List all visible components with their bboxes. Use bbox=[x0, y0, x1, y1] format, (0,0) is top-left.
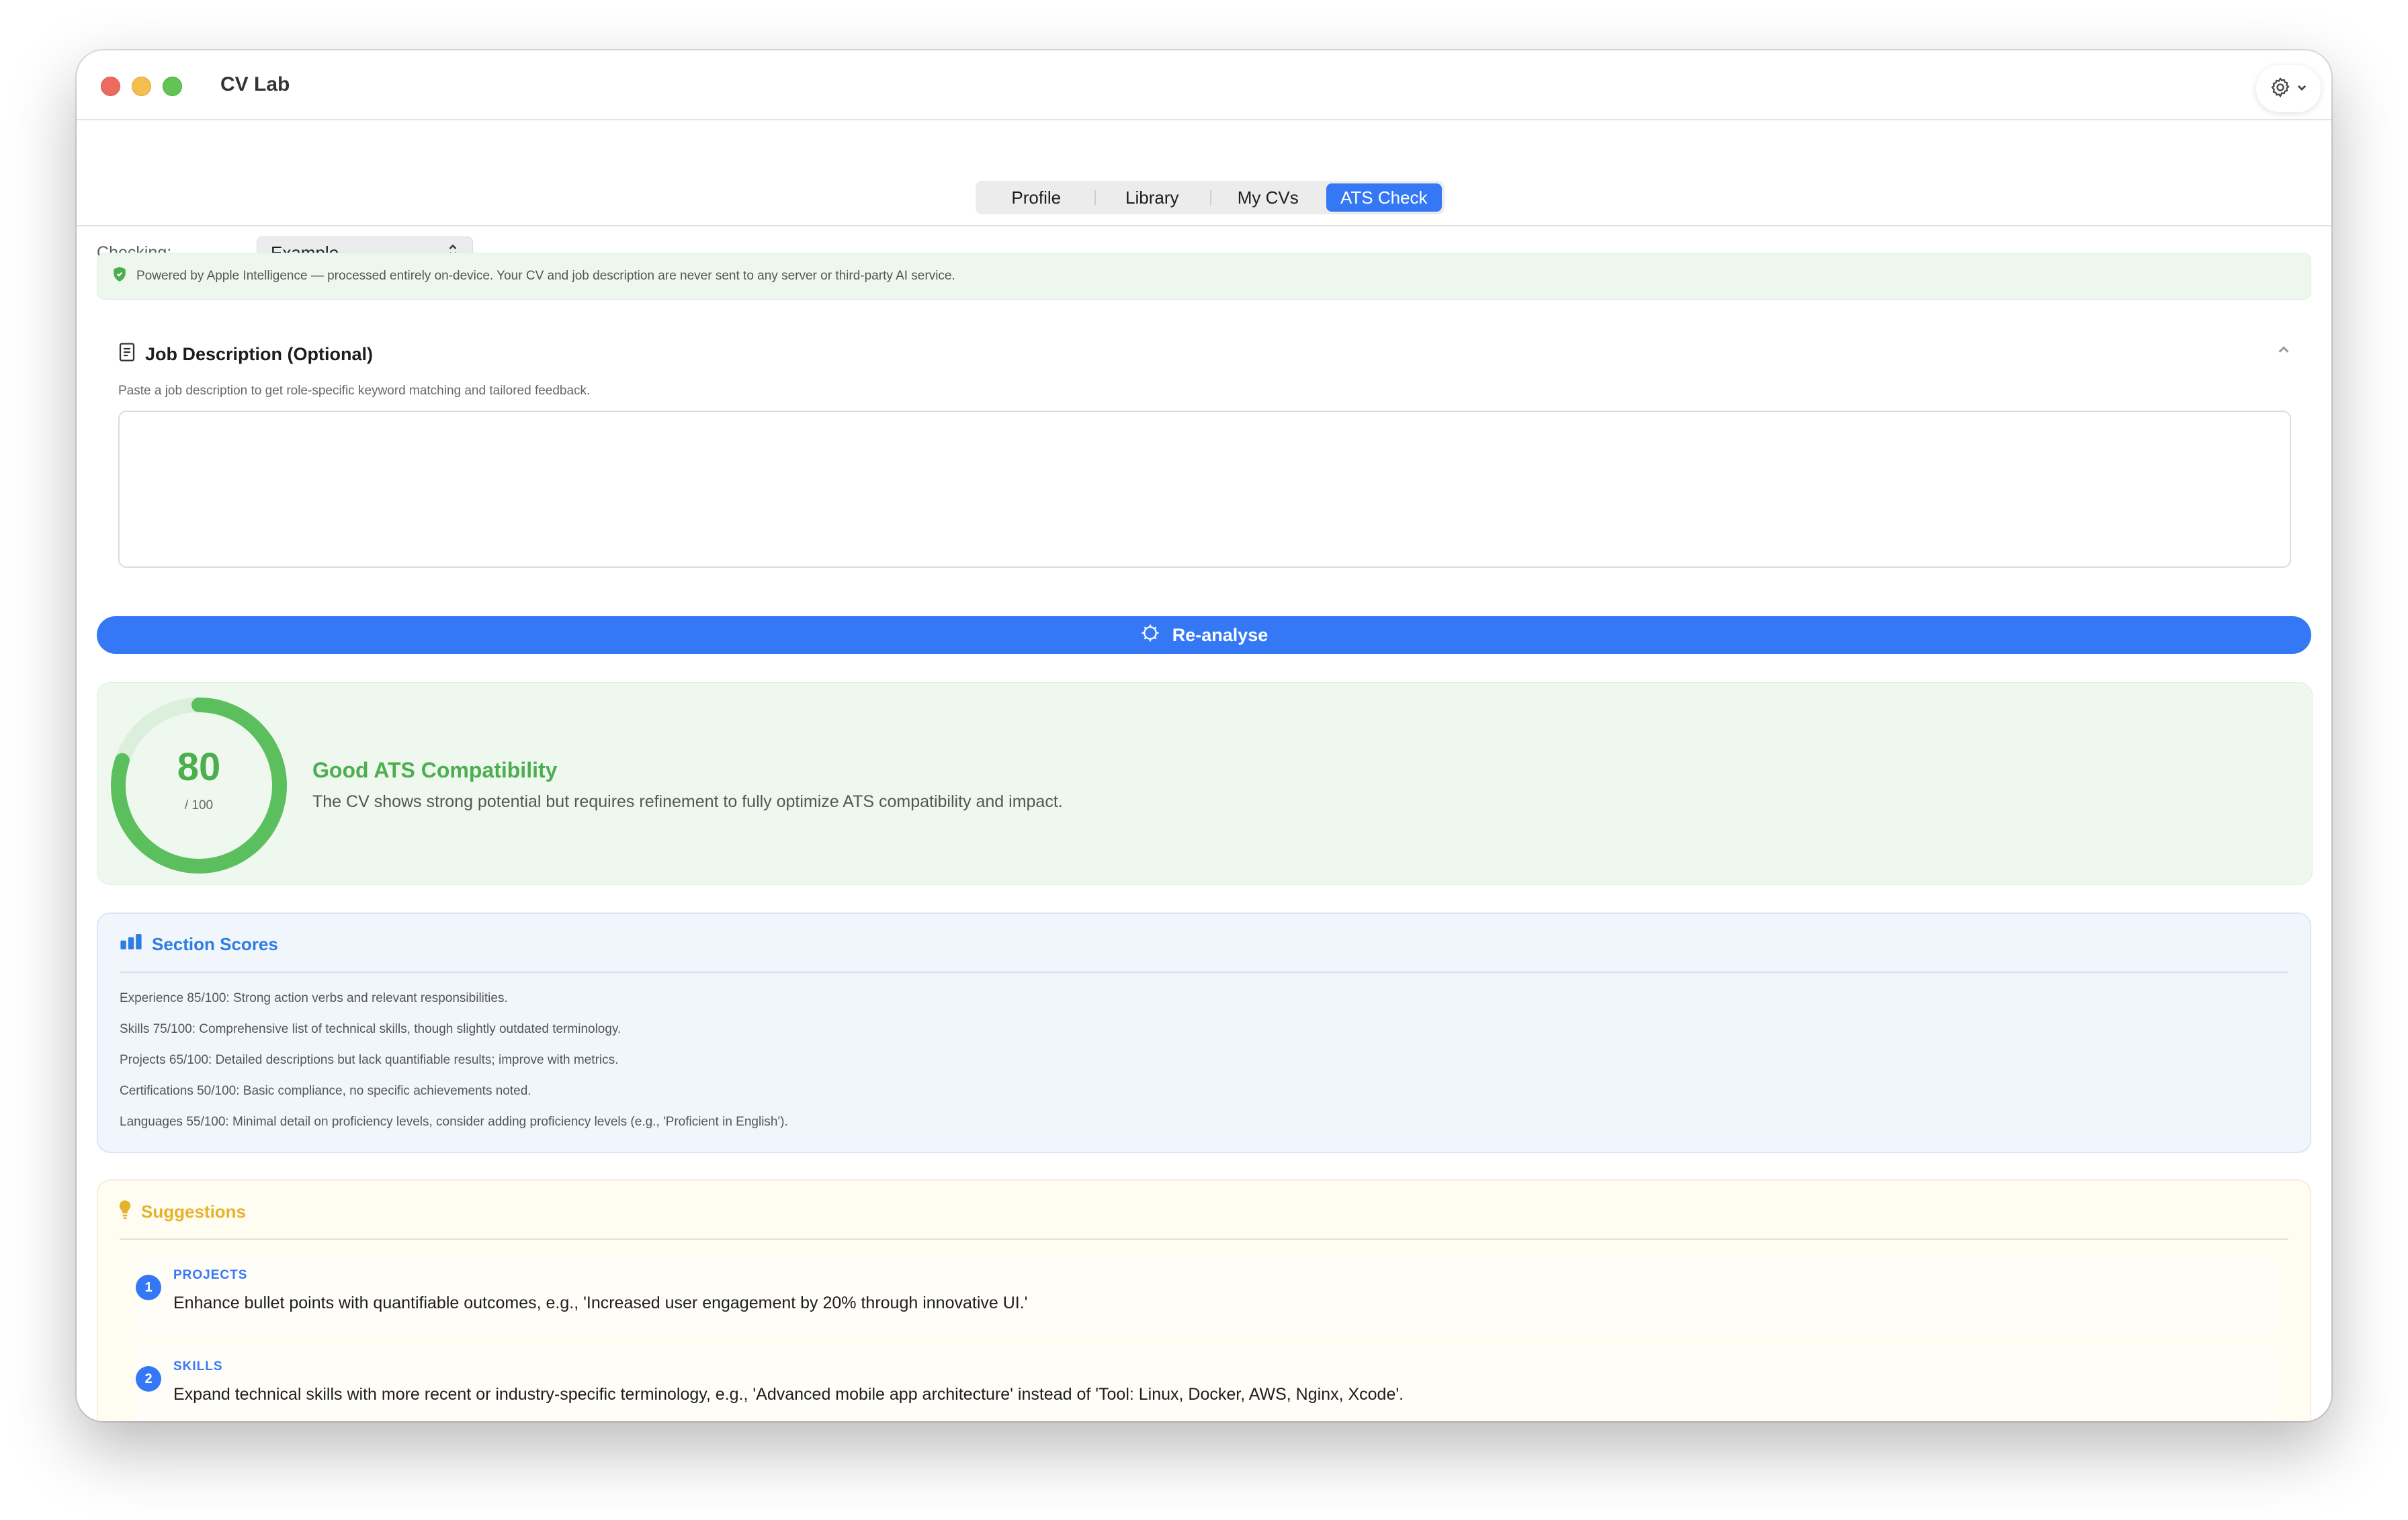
suggestion-category: SKILLS bbox=[173, 1359, 223, 1374]
score-title: Good ATS Compatibility bbox=[312, 758, 558, 782]
sparkle-icon bbox=[1140, 623, 1160, 648]
section-score-languages: Languages 55/100: Minimal detail on prof… bbox=[120, 1115, 788, 1129]
title-bar: CV Lab bbox=[77, 50, 2331, 120]
suggestion-text: Enhance bullet points with quantifiable … bbox=[173, 1294, 1028, 1312]
settings-menu-button[interactable] bbox=[2256, 65, 2321, 112]
tab-profile[interactable]: Profile bbox=[978, 183, 1094, 212]
ats-score-card: 80 / 100 Good ATS Compatibility The CV s… bbox=[97, 682, 2313, 885]
reanalyse-button[interactable]: Re-analyse bbox=[97, 616, 2311, 654]
minimize-window-button[interactable] bbox=[132, 77, 151, 96]
score-description: The CV shows strong potential but requir… bbox=[312, 792, 1063, 811]
suggestion-item: 1 PROJECTS Enhance bullet points with qu… bbox=[136, 1256, 2276, 1337]
close-window-button[interactable] bbox=[101, 77, 120, 96]
collapse-chevron-icon[interactable] bbox=[2276, 342, 2291, 360]
score-value: 80 bbox=[177, 745, 221, 789]
chevron-down-icon bbox=[2296, 81, 2308, 97]
suggestion-category: PROJECTS bbox=[173, 1268, 248, 1282]
suggestion-number-badge: 1 bbox=[136, 1275, 161, 1300]
section-score-skills: Skills 75/100: Comprehensive list of tec… bbox=[120, 1022, 621, 1036]
suggestion-item: 2 SKILLS Expand technical skills with mo… bbox=[136, 1347, 2276, 1421]
section-score-list: Experience 85/100: Strong action verbs a… bbox=[120, 990, 788, 1145]
bar-chart-icon bbox=[120, 934, 142, 955]
section-scores-title: Section Scores bbox=[152, 934, 278, 954]
section-scores-card: Section Scores Experience 85/100: Strong… bbox=[97, 913, 2311, 1153]
suggestions-title: Suggestions bbox=[141, 1201, 247, 1222]
job-description-title: Job Description (Optional) bbox=[145, 344, 374, 364]
job-description-subtitle: Paste a job description to get role-spec… bbox=[118, 384, 591, 398]
score-max: / 100 bbox=[184, 798, 214, 812]
divider bbox=[120, 972, 2288, 973]
section-scores-header: Section Scores bbox=[120, 934, 278, 955]
app-window: CV Lab Profile Library My CVs ATS Check … bbox=[77, 50, 2331, 1421]
reanalyse-label: Re-analyse bbox=[1172, 624, 1268, 645]
section-score-experience: Experience 85/100: Strong action verbs a… bbox=[120, 991, 508, 1005]
suggestion-number-badge: 2 bbox=[136, 1366, 161, 1392]
view-tabs: Profile Library My CVs ATS Check bbox=[976, 181, 1445, 214]
section-score-certifications: Certifications 50/100: Basic compliance,… bbox=[120, 1084, 531, 1098]
tab-library[interactable]: Library bbox=[1094, 183, 1211, 212]
divider bbox=[120, 1238, 2288, 1240]
lightbulb-icon bbox=[118, 1199, 132, 1224]
shield-icon bbox=[112, 266, 127, 286]
job-description-header: Job Description (Optional) bbox=[118, 342, 373, 367]
gear-icon bbox=[2269, 76, 2292, 102]
suggestions-header: Suggestions bbox=[118, 1199, 246, 1224]
section-score-projects: Projects 65/100: Detailed descriptions b… bbox=[120, 1053, 619, 1067]
zoom-window-button[interactable] bbox=[163, 77, 182, 96]
privacy-banner-text: Powered by Apple Intelligence — processe… bbox=[136, 269, 955, 283]
privacy-banner: Powered by Apple Intelligence — processe… bbox=[97, 253, 2311, 300]
job-description-textarea[interactable] bbox=[118, 411, 2291, 568]
tab-ats-check[interactable]: ATS Check bbox=[1326, 183, 1442, 212]
toolbar: Profile Library My CVs ATS Check Checkin… bbox=[77, 120, 2331, 269]
document-icon bbox=[118, 342, 136, 367]
suggestion-text: Expand technical skills with more recent… bbox=[173, 1385, 1404, 1404]
tab-my-cvs[interactable]: My CVs bbox=[1210, 183, 1326, 212]
job-description-section: Job Description (Optional) Paste a job d… bbox=[97, 312, 2311, 623]
suggestions-card: Suggestions 1 PROJECTS Enhance bullet po… bbox=[97, 1179, 2311, 1421]
window-title: CV Lab bbox=[220, 73, 290, 95]
